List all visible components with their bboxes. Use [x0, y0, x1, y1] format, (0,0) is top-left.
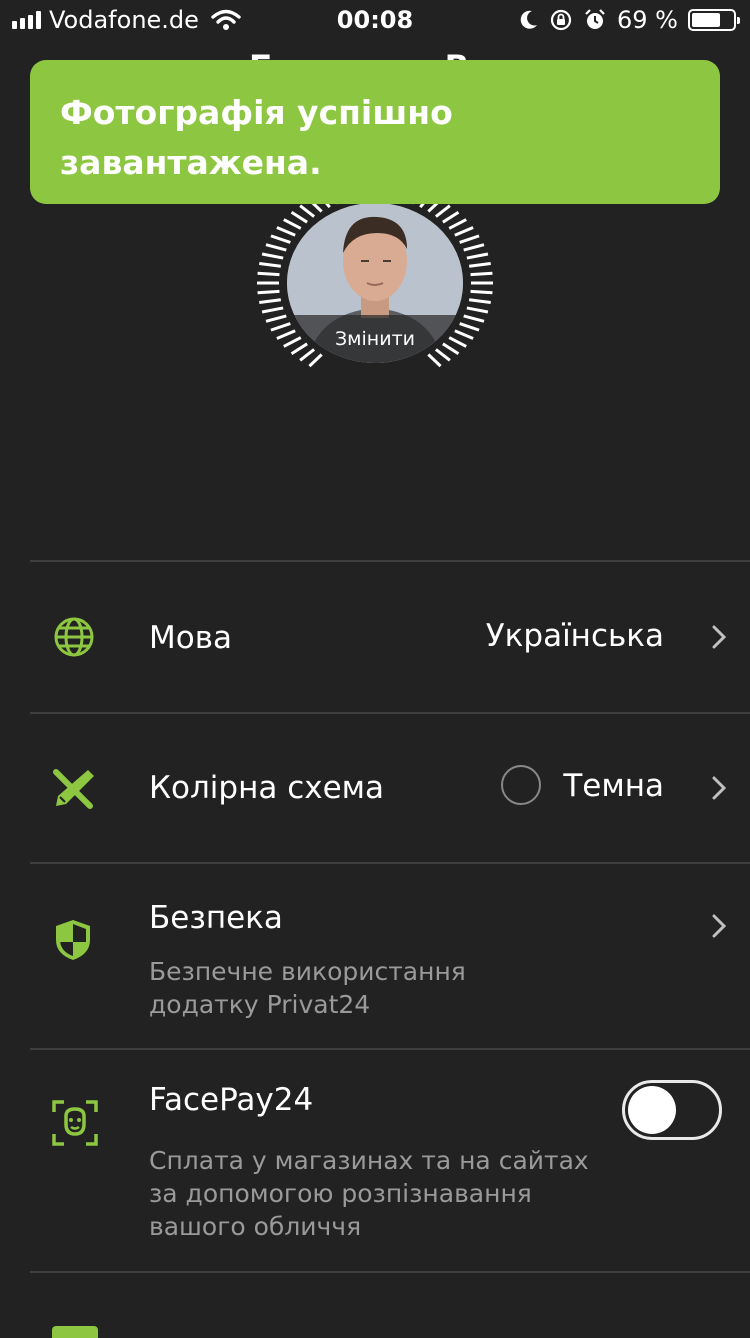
ring-ray — [466, 252, 489, 260]
status-bar: Vodafone.de 00:08 69 % — [0, 0, 750, 40]
pencil-ruler-icon — [53, 769, 94, 809]
battery-icon — [688, 9, 740, 31]
row-divider — [30, 1048, 750, 1050]
ring-ray — [261, 306, 284, 314]
row-divider — [30, 862, 750, 864]
avatar-photo[interactable]: Змінити — [287, 203, 463, 363]
security-subtitle-1: Безпечне використання — [149, 957, 466, 986]
facepay-title: FacePay24 — [149, 1082, 314, 1118]
chevron-right-icon — [712, 914, 726, 938]
shield-icon — [56, 920, 90, 960]
security-title: Безпека — [149, 900, 283, 936]
moon-icon — [520, 10, 538, 29]
facepay-subtitle-2: за допомогою розпізнавання — [149, 1179, 532, 1208]
row-divider — [30, 1271, 750, 1273]
alarm-icon — [585, 9, 605, 29]
toggle-knob — [628, 1086, 676, 1134]
battery-fill — [692, 13, 720, 27]
ring-ray — [470, 289, 493, 295]
language-title: Мова — [149, 620, 232, 656]
ring-ray — [442, 211, 460, 224]
profile-avatar[interactable]: Змінити — [255, 195, 495, 370]
ring-ray — [261, 252, 284, 260]
ring-ray — [448, 218, 467, 230]
security-subtitle-2: додатку Privat24 — [149, 990, 371, 1019]
facepay-toggle[interactable] — [622, 1080, 722, 1140]
ring-ray — [299, 204, 316, 218]
change-photo-button[interactable]: Змінити — [287, 315, 463, 363]
facepay-subtitle-1: Сплата у магазинах та на сайтах — [149, 1146, 589, 1175]
color-scheme-value: Темна — [563, 768, 664, 804]
ring-ray — [434, 204, 451, 218]
ring-ray — [257, 289, 280, 295]
ring-ray — [257, 271, 280, 277]
ring-ray — [463, 243, 485, 252]
ring-ray — [265, 314, 287, 323]
ring-ray — [454, 226, 474, 237]
language-value: Українська — [485, 618, 664, 654]
chevron-right-icon — [712, 776, 726, 800]
ring-ray — [265, 243, 287, 252]
ring-ray — [259, 262, 282, 268]
facepay-subtitle-3: вашого обличчя — [149, 1212, 362, 1241]
ring-ray — [270, 234, 291, 244]
ring-ray — [466, 306, 489, 314]
row-divider — [30, 712, 750, 714]
ring-ray — [276, 226, 296, 237]
ring-ray — [470, 271, 493, 277]
ring-ray — [468, 262, 491, 268]
ring-ray — [463, 314, 485, 323]
ring-ray — [459, 234, 480, 244]
status-right: 69 % — [519, 6, 740, 34]
ring-ray — [468, 298, 491, 304]
globe-icon — [54, 617, 94, 657]
ring-ray — [290, 211, 308, 224]
success-toast[interactable]: Фотографія успішно завантажена. — [30, 60, 720, 204]
color-scheme-radio[interactable] — [501, 765, 541, 805]
chevron-right-icon — [712, 625, 726, 649]
battery-percent: 69 % — [617, 6, 678, 34]
rotation-lock-icon — [550, 9, 572, 31]
next-row-icon — [52, 1326, 98, 1338]
face-scan-icon — [52, 1100, 98, 1146]
section-divider — [30, 560, 750, 562]
ring-ray — [283, 218, 302, 230]
ring-ray — [259, 298, 282, 304]
color-scheme-title: Колірна схема — [149, 770, 385, 806]
